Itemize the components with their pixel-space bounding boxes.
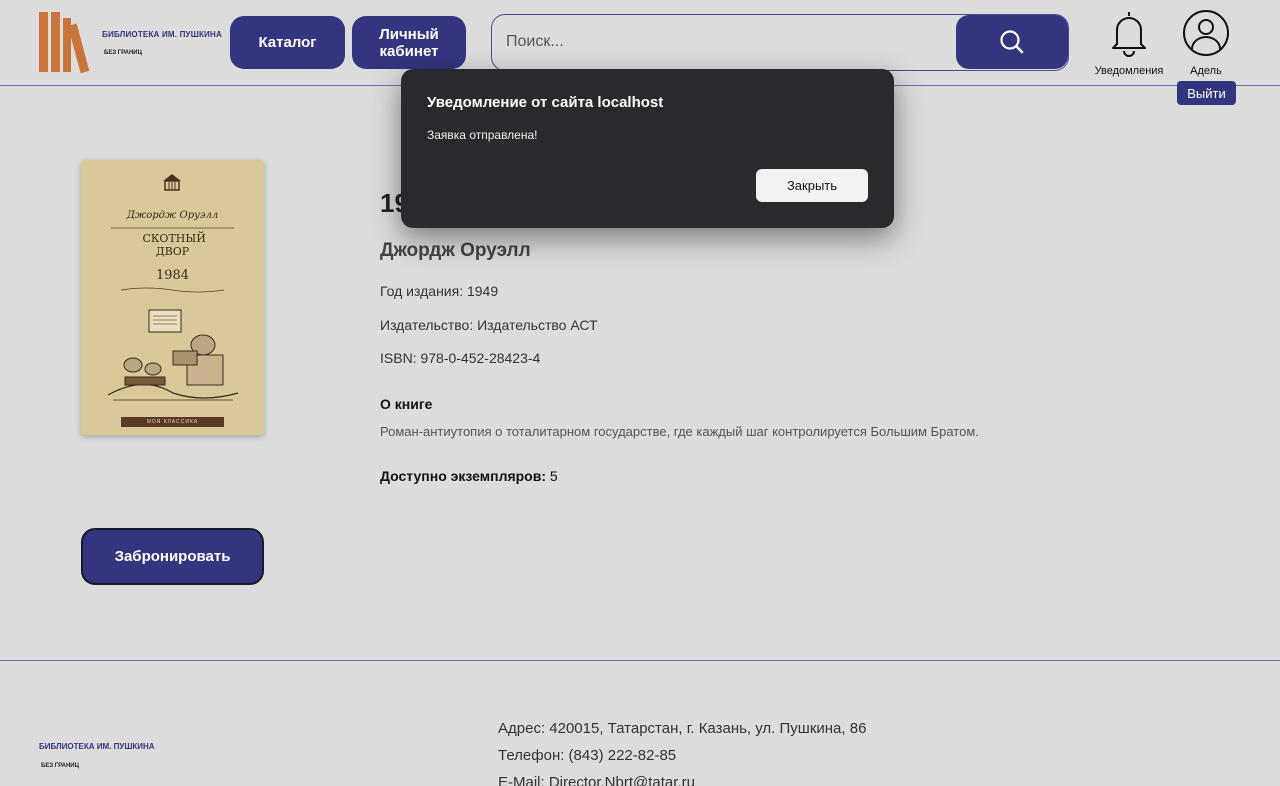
logo-title: БИБЛИОТЕКА ИМ. ПУШКИНА — [102, 30, 222, 39]
user-name: Адель — [1190, 65, 1222, 77]
logout-button[interactable]: Выйти — [1177, 81, 1236, 105]
about-text: Роман-антиутопия о тоталитарном государс… — [380, 424, 979, 439]
bell-icon — [1112, 12, 1146, 57]
catalog-button[interactable]: Каталог — [230, 16, 345, 69]
footer-address: Адрес: 420015, Татарстан, г. Казань, ул.… — [498, 720, 867, 737]
cover-illustration — [107, 309, 239, 401]
user-profile-button[interactable]: Адель — [1178, 8, 1234, 77]
footer-email[interactable]: E-Mail: Director.Nbrt@tatar.ru — [498, 774, 695, 786]
cover-divider — [111, 227, 234, 229]
cover-ornament — [121, 287, 224, 293]
search-bar — [491, 14, 1069, 71]
footer-logo-subtitle: БЕЗ ГРАНИЦ — [41, 763, 79, 769]
notifications-label: Уведомления — [1094, 65, 1164, 77]
dialog-title: Уведомление от сайта localhost — [427, 94, 664, 111]
book-isbn: ISBN: 978-0-452-28423-4 — [380, 350, 541, 366]
house-emblem-icon — [163, 174, 181, 191]
site-footer: БИБЛИОТЕКА ИМ. ПУШКИНА БЕЗ ГРАНИЦ Адрес:… — [0, 660, 1280, 786]
availability-count: 5 — [549, 468, 558, 484]
personal-cabinet-label: Личный кабинет — [379, 25, 439, 60]
search-input[interactable] — [506, 15, 946, 69]
dialog-close-button[interactable]: Закрыть — [756, 169, 868, 202]
book-year: Год издания: 1949 — [380, 283, 499, 299]
about-heading: О книге — [380, 396, 433, 412]
footer-phone: Телефон: (843) 222-82-85 — [498, 747, 677, 764]
user-avatar-icon — [1183, 10, 1229, 56]
books-logo-icon — [39, 12, 90, 74]
search-button[interactable] — [956, 15, 1068, 69]
dialog-message: Заявка отправлена! — [427, 128, 538, 142]
book-cover-image: Джордж Оруэлл СКОТНЫЙ ДВОР 1984 МОЯ КЛАС… — [81, 160, 264, 435]
reserve-button[interactable]: Забронировать — [81, 528, 264, 585]
alert-dialog: Уведомление от сайта localhost Заявка от… — [401, 69, 894, 228]
search-icon — [1000, 30, 1024, 54]
cover-title-text: СКОТНЫЙ ДВОР — [142, 232, 206, 258]
book-author: Джордж Оруэлл — [380, 240, 531, 261]
notifications-button[interactable]: Уведомления — [1092, 8, 1166, 77]
availability-label: Доступно экземпляров: — [380, 468, 547, 484]
footer-logo-title: БИБЛИОТЕКА ИМ. ПУШКИНА — [39, 742, 155, 751]
availability: Доступно экземпляров: 5 — [380, 468, 558, 484]
personal-cabinet-button[interactable]: Личный кабинет — [352, 16, 466, 69]
cover-author: Джордж Оруэлл — [126, 210, 219, 221]
cover-title: СКОТНЫЙ ДВОР — [81, 232, 264, 258]
cover-series-label: МОЯ КЛАССИКА — [121, 417, 224, 427]
cover-title-1984: 1984 — [155, 268, 190, 283]
book-publisher: Издательство: Издательство АСТ — [380, 317, 598, 333]
site-logo[interactable]: БИБЛИОТЕКА ИМ. ПУШКИНА БЕЗ ГРАНИЦ — [38, 10, 228, 74]
logo-subtitle: БЕЗ ГРАНИЦ — [104, 50, 142, 56]
